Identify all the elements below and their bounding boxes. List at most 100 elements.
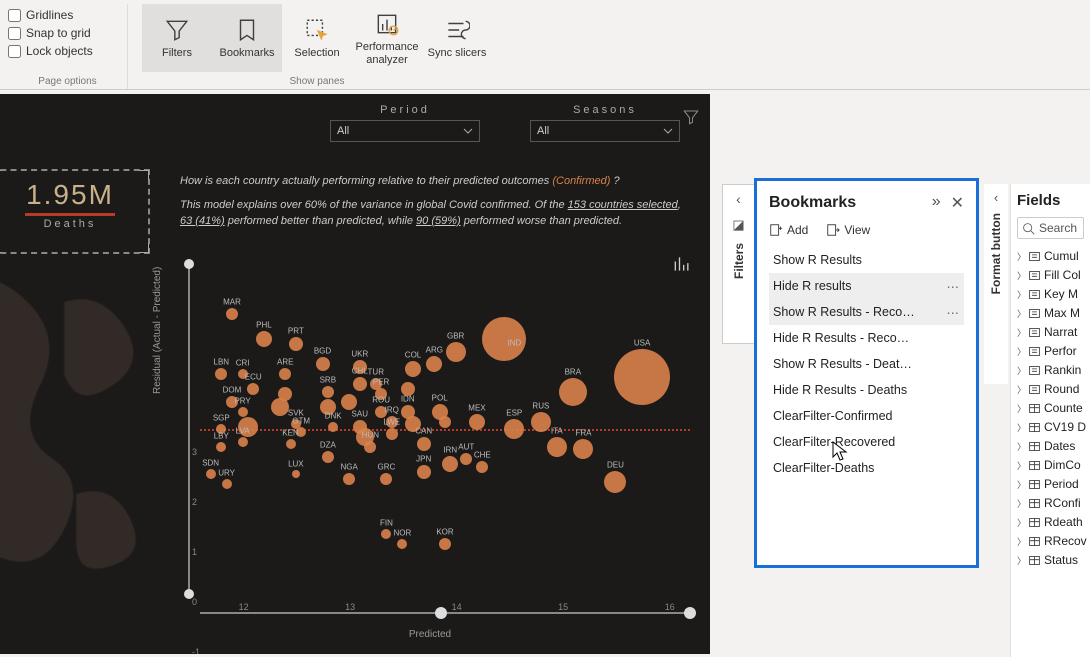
field-item[interactable]: 〉CV19 D xyxy=(1017,420,1084,434)
field-item[interactable]: 〉Cumul xyxy=(1017,249,1084,263)
data-point[interactable] xyxy=(604,471,626,493)
data-point[interactable] xyxy=(460,453,472,465)
bookmark-item[interactable]: Show R Results - Deat…⋯ xyxy=(769,351,964,377)
selection-button[interactable]: Selection xyxy=(282,4,352,72)
data-point[interactable] xyxy=(292,470,300,478)
chevron-left-icon[interactable]: ‹ xyxy=(994,190,998,205)
field-item[interactable]: 〉Dates xyxy=(1017,439,1084,453)
data-point[interactable] xyxy=(614,349,670,405)
data-point[interactable] xyxy=(559,378,587,406)
bookmark-item[interactable]: Hide R Results - Reco…⋯ xyxy=(769,325,964,351)
field-item[interactable]: 〉Perfor xyxy=(1017,344,1084,358)
lock-objects-check[interactable]: Lock objects xyxy=(8,44,127,58)
data-point[interactable] xyxy=(439,538,451,550)
data-point[interactable] xyxy=(380,473,392,485)
field-item[interactable]: 〉Narrat xyxy=(1017,325,1084,339)
data-point[interactable] xyxy=(573,439,593,459)
filters-pane-collapsed[interactable]: ‹ ◪ Filters xyxy=(722,184,754,344)
performance-button[interactable]: Performance analyzer xyxy=(352,4,422,72)
data-point[interactable] xyxy=(271,398,289,416)
data-point[interactable] xyxy=(353,377,367,391)
data-point[interactable] xyxy=(439,416,451,428)
data-point[interactable] xyxy=(216,442,226,452)
close-icon[interactable]: ✕ xyxy=(951,193,964,213)
data-point[interactable] xyxy=(289,337,303,351)
period-slicer[interactable]: Period All xyxy=(330,104,480,142)
data-point[interactable] xyxy=(417,465,431,479)
data-point[interactable] xyxy=(222,479,232,489)
point-label: ESP xyxy=(506,409,522,418)
bookmark-item[interactable]: Show R Results⋯ xyxy=(769,247,964,273)
data-point[interactable] xyxy=(343,473,355,485)
field-item[interactable]: 〉Period xyxy=(1017,477,1084,491)
kpi-card[interactable]: 1.95M Deaths xyxy=(0,169,150,254)
data-point[interactable] xyxy=(256,331,272,347)
data-point[interactable] xyxy=(316,357,330,371)
fields-search[interactable]: Search xyxy=(1017,217,1084,239)
field-item[interactable]: 〉Rankin xyxy=(1017,363,1084,377)
sync-slicers-button[interactable]: Sync slicers xyxy=(422,4,492,72)
data-point[interactable] xyxy=(247,383,259,395)
field-item[interactable]: 〉DimCo xyxy=(1017,458,1084,472)
bookmark-item[interactable]: ClearFilter-Deaths⋯ xyxy=(769,455,964,481)
point-label: SDN xyxy=(202,459,219,468)
visual-filter-icon[interactable] xyxy=(682,108,700,131)
data-point[interactable] xyxy=(446,342,466,362)
y-range-slider[interactable] xyxy=(188,264,190,594)
data-point[interactable] xyxy=(226,308,238,320)
data-point[interactable] xyxy=(469,414,485,430)
expand-icon[interactable]: » xyxy=(932,193,941,213)
gridlines-check[interactable]: Gridlines xyxy=(8,8,127,22)
data-point[interactable] xyxy=(238,437,248,447)
field-item[interactable]: 〉Status xyxy=(1017,553,1084,567)
data-point[interactable] xyxy=(381,529,391,539)
field-item[interactable]: 〉RRecov xyxy=(1017,534,1084,548)
data-point[interactable] xyxy=(215,368,227,380)
seasons-slicer[interactable]: Seasons All xyxy=(530,104,680,142)
add-bookmark-button[interactable]: Add xyxy=(769,223,808,237)
data-point[interactable] xyxy=(476,461,488,473)
bookmark-item[interactable]: ClearFilter-Recovered⋯ xyxy=(769,429,964,455)
bookmark-item[interactable]: ClearFilter-Confirmed⋯ xyxy=(769,403,964,429)
eraser-icon[interactable]: ◪ xyxy=(732,217,744,233)
data-point[interactable] xyxy=(206,469,216,479)
field-item[interactable]: 〉Rdeath xyxy=(1017,515,1084,529)
filters-button[interactable]: Filters xyxy=(142,4,212,72)
x-range-slider[interactable] xyxy=(200,612,690,614)
data-point[interactable] xyxy=(547,437,567,457)
data-point[interactable] xyxy=(341,394,357,410)
data-point[interactable] xyxy=(286,439,296,449)
chevron-left-icon[interactable]: ‹ xyxy=(736,191,741,207)
more-icon[interactable]: ⋯ xyxy=(947,305,961,320)
more-icon[interactable]: ⋯ xyxy=(947,279,961,294)
data-point[interactable] xyxy=(405,361,421,377)
data-point[interactable] xyxy=(322,451,334,463)
data-point[interactable] xyxy=(426,356,442,372)
bookmark-item[interactable]: Hide R results⋯ xyxy=(769,273,964,299)
data-point[interactable] xyxy=(397,539,407,549)
data-point[interactable] xyxy=(386,428,398,440)
show-panes-label: Show panes xyxy=(142,76,492,89)
field-item[interactable]: 〉Round xyxy=(1017,382,1084,396)
data-point[interactable] xyxy=(328,422,338,432)
data-point[interactable] xyxy=(238,407,248,417)
data-point[interactable] xyxy=(531,412,551,432)
field-item[interactable]: 〉Max M xyxy=(1017,306,1084,320)
data-point[interactable] xyxy=(417,437,431,451)
field-item[interactable]: 〉Fill Col xyxy=(1017,268,1084,282)
bookmarks-button[interactable]: Bookmarks xyxy=(212,4,282,72)
view-bookmark-button[interactable]: View xyxy=(826,223,870,237)
field-item[interactable]: 〉Key M xyxy=(1017,287,1084,301)
bookmark-item[interactable]: Hide R Results - Deaths⋯ xyxy=(769,377,964,403)
field-item[interactable]: 〉RConfi xyxy=(1017,496,1084,510)
field-item[interactable]: 〉Counte xyxy=(1017,401,1084,415)
snap-to-grid-check[interactable]: Snap to grid xyxy=(8,26,127,40)
data-point[interactable] xyxy=(322,386,334,398)
data-point[interactable] xyxy=(504,419,524,439)
bookmark-item[interactable]: Show R Results - Reco…⋯ xyxy=(769,299,964,325)
data-point[interactable] xyxy=(364,441,376,453)
format-pane-collapsed[interactable]: ‹ Format button xyxy=(984,184,1008,384)
data-point[interactable] xyxy=(279,368,291,380)
scatter-chart[interactable]: Residual (Actual - Predicted) Predicted … xyxy=(160,264,700,644)
data-point[interactable] xyxy=(442,456,458,472)
